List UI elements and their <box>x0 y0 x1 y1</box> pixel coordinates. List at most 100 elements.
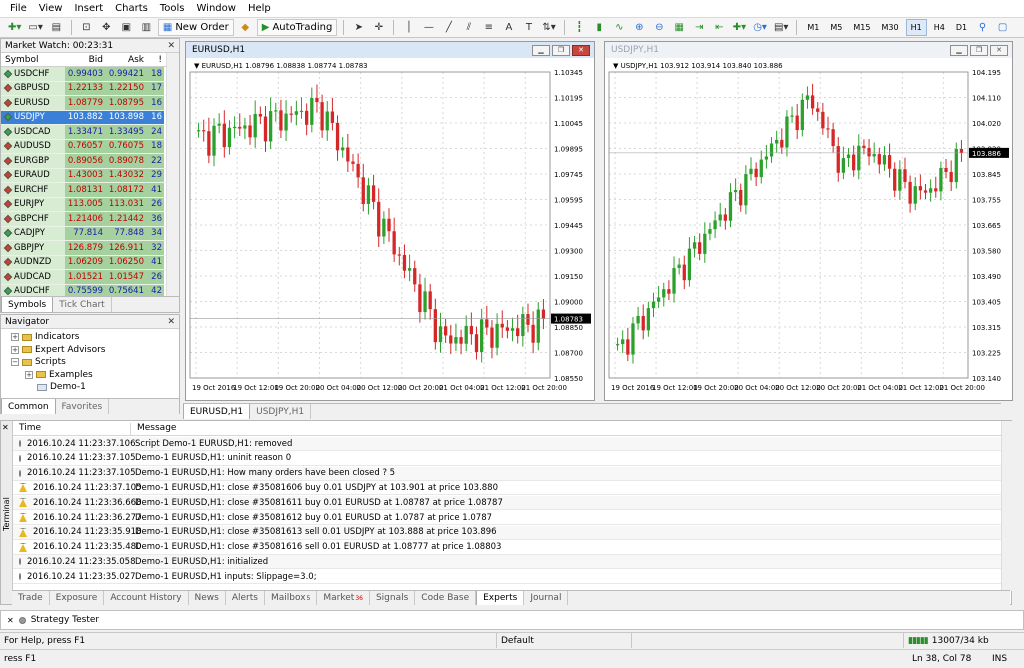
status-profile[interactable]: Default <box>497 633 632 648</box>
timeframe-m1[interactable]: M1 <box>803 19 823 36</box>
market-watch-row[interactable]: CADJPY 77.814 77.848 34 <box>1 226 179 241</box>
tab-tick-chart[interactable]: Tick Chart <box>53 297 112 312</box>
tab-journal[interactable]: Journal <box>524 591 569 605</box>
log-row[interactable]: 2016.10.24 11:23:35.027 Demo-1 EURUSD,H1 … <box>13 570 1001 585</box>
collapse-icon[interactable]: − <box>11 358 19 367</box>
menu-help[interactable]: Help <box>242 0 277 18</box>
tab-signals[interactable]: Signals <box>370 591 416 605</box>
tab-code-base[interactable]: Code Base <box>415 591 477 605</box>
market-watch-row[interactable]: AUDUSD 0.76057 0.76075 18 <box>1 139 179 154</box>
menu-file[interactable]: File <box>4 0 33 18</box>
tab-exposure[interactable]: Exposure <box>50 591 105 605</box>
autotrading-button[interactable]: ▶ AutoTrading <box>256 19 338 36</box>
terminal-icon[interactable]: ▣ <box>118 19 135 36</box>
profiles-icon[interactable]: ▭▾ <box>26 19 44 36</box>
market-watch-row[interactable]: EURCHF 1.08131 1.08172 41 <box>1 183 179 198</box>
log-row[interactable]: 2016.10.24 11:23:36.668 Demo-1 EURUSD,H1:… <box>13 496 1001 511</box>
navigator-icon[interactable]: ✥ <box>98 19 115 36</box>
close-icon[interactable]: ✕ <box>990 44 1008 56</box>
metaeditor-icon[interactable]: ◆ <box>237 19 254 36</box>
market-watch-row[interactable]: AUDCAD 1.01521 1.01547 26 <box>1 270 179 285</box>
nav-item-demo-1[interactable]: Demo-1 <box>11 381 179 394</box>
market-watch-scrollbar[interactable] <box>166 53 179 296</box>
restore-icon[interactable]: ❐ <box>552 44 570 56</box>
expand-icon[interactable]: + <box>11 333 19 342</box>
periods-icon[interactable]: ◷▾ <box>751 19 769 36</box>
minimize-icon[interactable]: ▁ <box>532 44 550 56</box>
close-icon[interactable]: ✕ <box>167 317 175 327</box>
market-watch-row[interactable]: GBPJPY 126.879 126.911 32 <box>1 241 179 256</box>
templates-icon[interactable]: ▤▾ <box>772 19 790 36</box>
new-chart-icon[interactable]: ✚▾ <box>6 19 23 36</box>
log-row[interactable]: 2016.10.24 11:23:35.480 Demo-1 EURUSD,H1:… <box>13 541 1001 555</box>
close-icon[interactable]: ✕ <box>7 616 14 625</box>
expand-icon[interactable]: + <box>25 370 33 379</box>
menu-charts[interactable]: Charts <box>109 0 154 18</box>
data-window-icon[interactable]: ⊡ <box>78 19 95 36</box>
market-watch-row[interactable]: EURUSD 1.08779 1.08795 16 <box>1 96 179 111</box>
market-watch-row[interactable]: USDJPY 103.882 103.898 16 <box>1 110 179 125</box>
new-order-button[interactable]: ▦ New Order <box>157 19 234 36</box>
column-symbol[interactable]: Symbol <box>1 53 65 66</box>
nav-item-scripts[interactable]: − Scripts <box>11 356 179 369</box>
nav-item-indicators[interactable]: + Indicators <box>11 331 179 344</box>
search-icon[interactable]: ⚲ <box>974 19 991 36</box>
chat-icon[interactable]: ▢ <box>994 19 1011 36</box>
line-chart-icon[interactable]: ∿ <box>611 19 628 36</box>
log-row[interactable]: 2016.10.24 11:23:36.277 Demo-1 EURUSD,H1:… <box>13 511 1001 525</box>
arrows-icon[interactable]: ⇅▾ <box>540 19 557 36</box>
market-watch-icon[interactable]: ▤ <box>48 19 65 36</box>
minimize-icon[interactable]: ▁ <box>950 44 968 56</box>
column-spread[interactable]: ! <box>147 53 164 66</box>
bar-chart-icon[interactable]: ┇ <box>571 19 588 36</box>
nav-item-expert-advisors[interactable]: + Expert Advisors <box>11 344 179 357</box>
timeframe-m30[interactable]: M30 <box>878 19 903 36</box>
tab-usdjpy-h1[interactable]: USDJPY,H1 <box>250 404 312 419</box>
column-message[interactable]: Message <box>131 423 176 435</box>
tab-eurusd-h1[interactable]: EURUSD,H1 <box>183 404 251 419</box>
nav-item-examples[interactable]: + Examples <box>11 369 179 382</box>
chart-shift-icon[interactable]: ⇤ <box>711 19 728 36</box>
close-icon[interactable]: ✕ <box>572 44 590 56</box>
auto-scroll-icon[interactable]: ⇥ <box>691 19 708 36</box>
tab-common[interactable]: Common <box>1 399 56 414</box>
indicators-icon[interactable]: ✚▾ <box>731 19 748 36</box>
zoom-out-icon[interactable]: ⊖ <box>651 19 668 36</box>
log-row[interactable]: 2016.10.24 11:23:37.106 Script Demo-1 EUR… <box>13 437 1001 451</box>
tab-experts[interactable]: Experts <box>476 591 525 605</box>
tab-alerts[interactable]: Alerts <box>226 591 265 605</box>
log-row[interactable]: 2016.10.24 11:23:37.105 Demo-1 EURUSD,H1:… <box>13 481 1001 496</box>
tile-windows-icon[interactable]: ▦ <box>671 19 688 36</box>
menu-view[interactable]: View <box>33 0 69 18</box>
trendline-icon[interactable]: ╱ <box>440 19 457 36</box>
strategy-tester-bar[interactable]: ✕ Strategy Tester <box>0 610 1024 630</box>
market-watch-row[interactable]: GBPUSD 1.22133 1.22150 17 <box>1 81 179 96</box>
close-icon[interactable]: ✕ <box>2 423 9 432</box>
market-watch-row[interactable]: EURJPY 113.005 113.031 26 <box>1 197 179 212</box>
crosshair-icon[interactable]: ✛ <box>370 19 387 36</box>
log-row[interactable]: 2016.10.24 11:23:35.058 Demo-1 EURUSD,H1:… <box>13 555 1001 570</box>
menu-window[interactable]: Window <box>191 0 242 18</box>
close-icon[interactable]: ✕ <box>167 41 175 51</box>
timeframe-m5[interactable]: M5 <box>826 19 846 36</box>
timeframe-m15[interactable]: M15 <box>849 19 874 36</box>
tab-account-history[interactable]: Account History <box>104 591 189 605</box>
tab-news[interactable]: News <box>189 591 226 605</box>
timeframe-d1[interactable]: D1 <box>952 19 971 36</box>
market-watch-row[interactable]: EURGBP 0.89056 0.89078 22 <box>1 154 179 169</box>
candlestick-icon[interactable]: ▮ <box>591 19 608 36</box>
column-ask[interactable]: Ask <box>105 53 147 66</box>
restore-icon[interactable]: ❐ <box>970 44 988 56</box>
tab-favorites[interactable]: Favorites <box>56 399 110 414</box>
market-watch-row[interactable]: USDCAD 1.33471 1.33495 24 <box>1 125 179 140</box>
log-row[interactable]: 2016.10.24 11:23:37.105 Demo-1 EURUSD,H1:… <box>13 452 1001 466</box>
text-icon[interactable]: A <box>500 19 517 36</box>
vertical-line-icon[interactable]: │ <box>400 19 417 36</box>
market-watch-row[interactable]: GBPCHF 1.21406 1.21442 36 <box>1 212 179 227</box>
log-row[interactable]: 2016.10.24 11:23:35.918 Demo-1 EURUSD,H1:… <box>13 525 1001 540</box>
column-time[interactable]: Time <box>13 423 131 435</box>
candlestick-chart-eurusd[interactable]: 1.10345 1.10195 1.10045 1.09895 1.09745 1.095… <box>186 58 594 400</box>
horizontal-line-icon[interactable]: — <box>420 19 437 36</box>
menu-tools[interactable]: Tools <box>154 0 191 18</box>
timeframe-h4[interactable]: H4 <box>930 19 949 36</box>
